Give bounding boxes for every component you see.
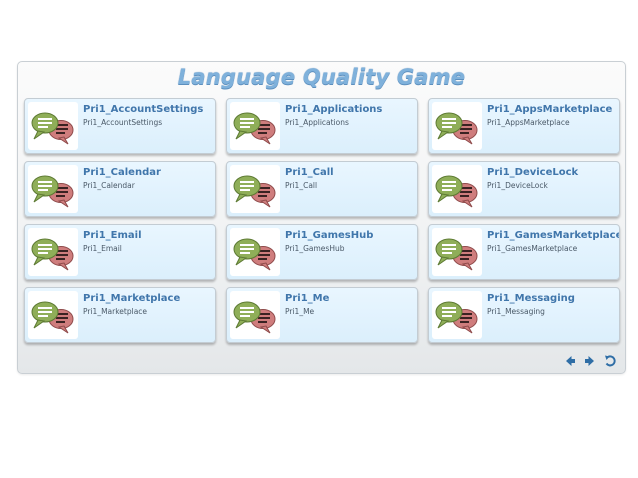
tile-title: Pri1_Marketplace (83, 293, 181, 304)
arrow-right-icon (585, 356, 594, 366)
chat-bubbles-icon (432, 228, 482, 276)
tile-pri1-email[interactable]: Pri1_Email Pri1_Email (24, 224, 216, 280)
tile-subtitle: Pri1_Marketplace (83, 307, 148, 316)
tile-title: Pri1_Calendar (83, 167, 161, 178)
tile-subtitle: Pri1_GamesMarketplace (487, 244, 578, 253)
tile-subtitle: Pri1_AppsMarketplace (487, 118, 570, 127)
return-icon (605, 355, 616, 367)
tile-subtitle: Pri1_Call (285, 181, 318, 190)
forward-button[interactable] (583, 353, 597, 367)
tile-subtitle: Pri1_GamesHub (285, 244, 345, 253)
chat-bubbles-icon (230, 102, 280, 150)
tile-subtitle: Pri1_AccountSettings (83, 118, 163, 127)
chat-bubbles-icon (432, 102, 482, 150)
tile-title: Pri1_GamesMarketplace (487, 230, 620, 241)
tile-title: Pri1_Call (285, 167, 334, 178)
tile-pri1-marketplace[interactable]: Pri1_Marketplace Pri1_Marketplace (24, 287, 216, 343)
chat-bubbles-icon (230, 228, 280, 276)
tile-subtitle: Pri1_DeviceLock (487, 181, 548, 190)
chat-bubbles-icon (432, 165, 482, 213)
tile-title: Pri1_AppsMarketplace (487, 104, 613, 115)
tile-title: Pri1_AccountSettings (83, 104, 204, 115)
chat-bubbles-icon (230, 165, 280, 213)
chat-bubbles-icon (28, 102, 78, 150)
tile-subtitle: Pri1_Messaging (487, 307, 545, 316)
return-button[interactable] (603, 353, 617, 367)
tile-title: Pri1_Applications (285, 104, 383, 115)
back-button[interactable] (563, 353, 577, 367)
tile-pri1-accountsettings[interactable]: Pri1_AccountSettings Pri1_AccountSetting… (24, 98, 216, 154)
tile-title: Pri1_Me (285, 293, 330, 304)
tile-pri1-gameshub[interactable]: Pri1_GamesHub Pri1_GamesHub (226, 224, 418, 280)
page-title: Language Quality Game (177, 65, 466, 89)
tile-pri1-applications[interactable]: Pri1_Applications Pri1_Applications (226, 98, 418, 154)
tile-pri1-gamesmarketplace[interactable]: Pri1_GamesMarketplace Pri1_GamesMarketpl… (428, 224, 620, 280)
tile-title: Pri1_Messaging (487, 293, 575, 304)
tile-title: Pri1_DeviceLock (487, 167, 579, 178)
tile-pri1-call[interactable]: Pri1_Call Pri1_Call (226, 161, 418, 217)
arrow-left-icon (566, 356, 575, 366)
tile-subtitle: Pri1_Applications (285, 118, 349, 127)
tile-title: Pri1_Email (83, 230, 142, 241)
category-grid: Pri1_AccountSettings Pri1_AccountSetting… (24, 98, 623, 343)
tile-pri1-devicelock[interactable]: Pri1_DeviceLock Pri1_DeviceLock (428, 161, 620, 217)
tile-pri1-appsmarketplace[interactable]: Pri1_AppsMarketplace Pri1_AppsMarketplac… (428, 98, 620, 154)
chat-bubbles-icon (28, 291, 78, 339)
tile-subtitle: Pri1_Calendar (83, 181, 135, 190)
chat-bubbles-icon (28, 228, 78, 276)
tile-pri1-messaging[interactable]: Pri1_Messaging Pri1_Messaging (428, 287, 620, 343)
chat-bubbles-icon (230, 291, 280, 339)
tile-pri1-me[interactable]: Pri1_Me Pri1_Me (226, 287, 418, 343)
tile-subtitle: Pri1_Me (285, 307, 315, 316)
chat-bubbles-icon (28, 165, 78, 213)
navigation-bar (563, 353, 617, 367)
game-panel: Language Quality Game Pri1_AccountSettin… (17, 61, 626, 374)
chat-bubbles-icon (432, 291, 482, 339)
tile-subtitle: Pri1_Email (83, 244, 122, 253)
tile-pri1-calendar[interactable]: Pri1_Calendar Pri1_Calendar (24, 161, 216, 217)
tile-title: Pri1_GamesHub (285, 230, 374, 241)
